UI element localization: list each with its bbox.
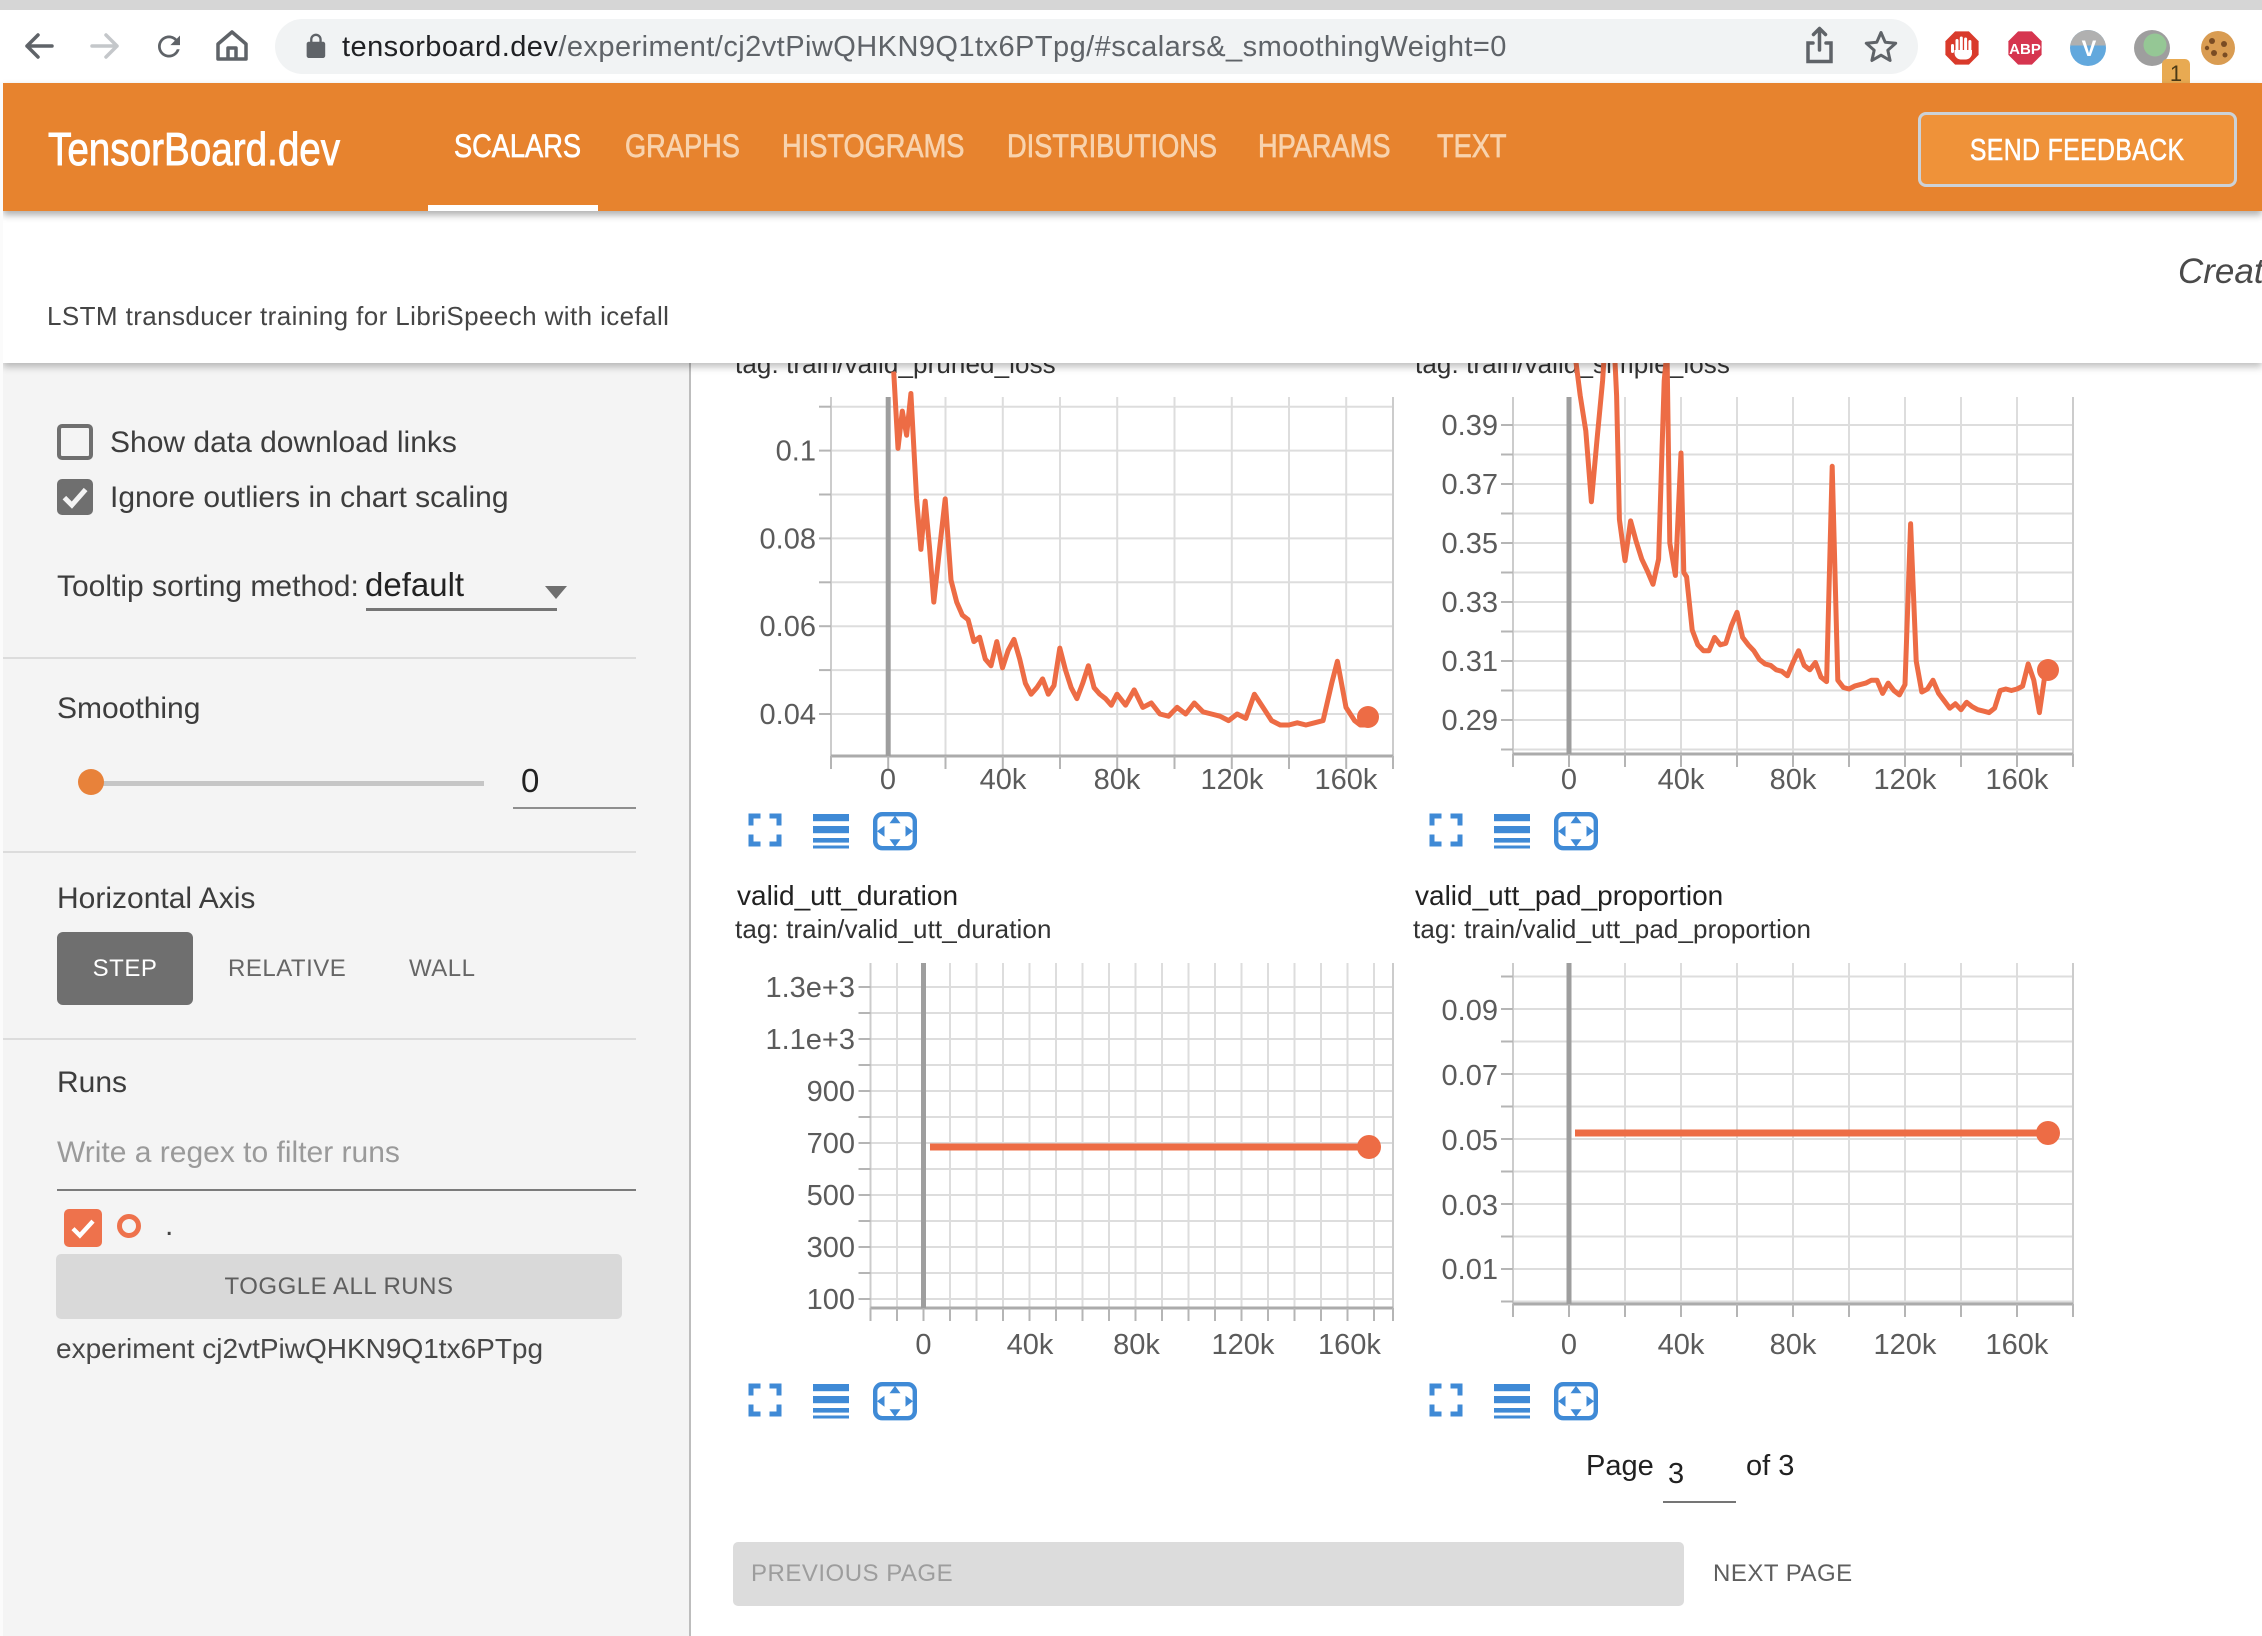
svg-text:120k: 120k <box>1212 1329 1275 1361</box>
svg-text:80k: 80k <box>1094 764 1141 796</box>
svg-text:160k: 160k <box>1318 1329 1381 1361</box>
svg-text:0.06: 0.06 <box>760 611 816 643</box>
svg-text:0.31: 0.31 <box>1442 646 1498 678</box>
svg-text:0: 0 <box>880 764 896 796</box>
svg-text:0.29: 0.29 <box>1442 705 1498 737</box>
svg-text:0.33: 0.33 <box>1442 587 1498 619</box>
svg-text:0.03: 0.03 <box>1442 1190 1498 1222</box>
svg-text:0.07: 0.07 <box>1442 1060 1498 1092</box>
svg-text:40k: 40k <box>1007 1329 1054 1361</box>
svg-text:0.1: 0.1 <box>776 436 816 468</box>
svg-text:100: 100 <box>807 1284 855 1316</box>
svg-text:0.08: 0.08 <box>760 523 816 555</box>
svg-text:0.01: 0.01 <box>1442 1254 1498 1286</box>
svg-text:300: 300 <box>807 1232 855 1264</box>
svg-text:0.04: 0.04 <box>760 699 816 731</box>
svg-text:0.35: 0.35 <box>1442 528 1498 560</box>
svg-text:0: 0 <box>1561 764 1577 796</box>
svg-text:40k: 40k <box>1658 764 1705 796</box>
svg-text:160k: 160k <box>1986 764 2049 796</box>
svg-text:40k: 40k <box>1658 1329 1705 1361</box>
svg-text:0: 0 <box>915 1329 931 1361</box>
svg-text:160k: 160k <box>1315 764 1378 796</box>
svg-text:0: 0 <box>1561 1329 1577 1361</box>
svg-text:80k: 80k <box>1113 1329 1160 1361</box>
svg-text:0.05: 0.05 <box>1442 1125 1498 1157</box>
svg-text:1.1e+3: 1.1e+3 <box>765 1024 855 1056</box>
svg-text:900: 900 <box>807 1076 855 1108</box>
svg-text:160k: 160k <box>1986 1329 2049 1361</box>
svg-text:0.09: 0.09 <box>1442 995 1498 1027</box>
svg-text:0.37: 0.37 <box>1442 469 1498 501</box>
svg-text:1.3e+3: 1.3e+3 <box>765 972 855 1004</box>
svg-text:40k: 40k <box>980 764 1027 796</box>
svg-text:80k: 80k <box>1770 1329 1817 1361</box>
svg-text:120k: 120k <box>1201 764 1264 796</box>
svg-text:120k: 120k <box>1874 764 1937 796</box>
svg-text:0.39: 0.39 <box>1442 410 1498 442</box>
svg-text:500: 500 <box>807 1180 855 1212</box>
svg-text:80k: 80k <box>1770 764 1817 796</box>
svg-text:120k: 120k <box>1874 1329 1937 1361</box>
svg-text:700: 700 <box>807 1128 855 1160</box>
